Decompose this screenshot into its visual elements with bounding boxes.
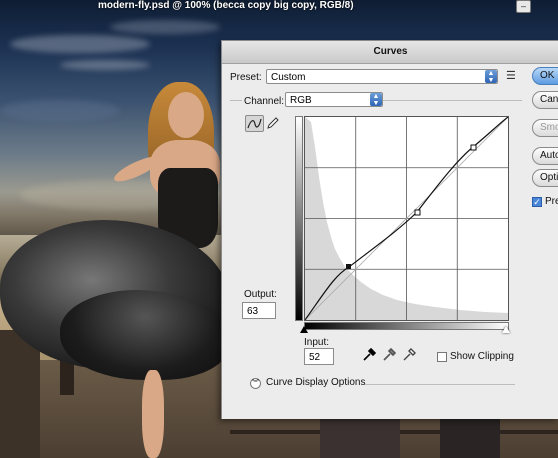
minimize-button[interactable]: – xyxy=(516,0,531,13)
channel-select[interactable]: RGB ▲ ▼ xyxy=(285,92,383,107)
output-label: Output: xyxy=(244,289,277,300)
curve-graph-canvas xyxy=(304,116,509,321)
pencil-tool-icon[interactable] xyxy=(266,116,280,130)
white-eyedropper-icon[interactable] xyxy=(402,348,416,362)
preview-label: Preview xyxy=(545,196,558,207)
input-field[interactable]: 52 xyxy=(304,348,334,365)
curve-graph[interactable] xyxy=(304,116,509,321)
expand-chevron-icon[interactable]: ︾ xyxy=(250,378,261,389)
show-clipping-label: Show Clipping xyxy=(450,351,514,362)
dialog-title: Curves xyxy=(222,41,558,64)
smooth-button[interactable]: Smooth xyxy=(532,119,558,137)
black-point-slider[interactable] xyxy=(300,326,308,333)
curve-tool-icon xyxy=(247,118,262,129)
gray-eyedropper-icon[interactable] xyxy=(382,348,396,362)
channel-label: Channel: xyxy=(242,96,287,107)
curves-dialog: Curves Preset: Custom ▲ ▼ ☰ Channel: RGB … xyxy=(221,40,558,419)
curve-points-tool[interactable] xyxy=(245,115,264,132)
preset-options-icon[interactable]: ☰ xyxy=(506,69,516,82)
input-gradient-bar xyxy=(304,322,509,330)
preview-checkbox[interactable]: ✓ xyxy=(532,197,542,207)
document-title: modern-fly.psd @ 100% (becca copy big co… xyxy=(98,0,354,11)
curve-display-options-label[interactable]: Curve Display Options xyxy=(266,377,365,388)
auto-button[interactable]: Auto xyxy=(532,147,558,165)
input-label: Input: xyxy=(304,337,330,348)
ok-button[interactable]: OK xyxy=(532,67,558,85)
preset-label: Preset: xyxy=(230,72,262,83)
preset-select[interactable]: Custom ▲ ▼ xyxy=(266,69,498,84)
curve-point xyxy=(414,209,421,216)
options-button[interactable]: Options... xyxy=(532,169,558,187)
options-divider xyxy=(365,384,515,385)
channel-value: RGB xyxy=(290,95,312,106)
select-arrows-icon: ▲ ▼ xyxy=(370,93,382,107)
preset-value: Custom xyxy=(271,72,306,83)
output-gradient-bar xyxy=(295,116,303,321)
select-arrows-icon: ▲ ▼ xyxy=(485,70,497,84)
output-field[interactable]: 63 xyxy=(242,302,276,319)
white-point-slider[interactable] xyxy=(502,326,510,333)
show-clipping-checkbox[interactable] xyxy=(437,352,447,362)
cancel-button[interactable]: Cancel xyxy=(532,91,558,109)
black-eyedropper-icon[interactable] xyxy=(362,348,376,362)
curve-point xyxy=(470,144,477,151)
curve-point xyxy=(346,264,351,269)
